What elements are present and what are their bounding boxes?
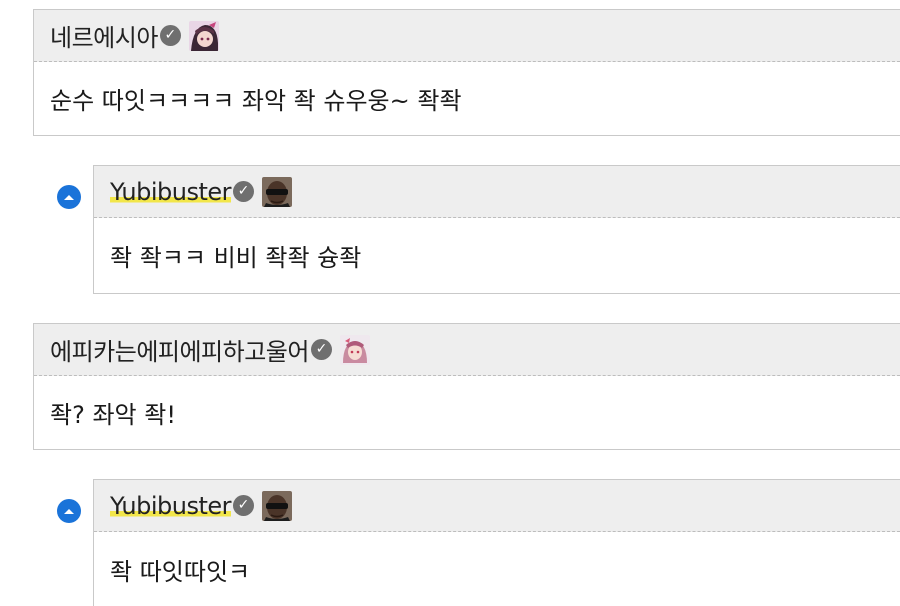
comment-text: 순수 따잇ㅋㅋㅋㅋ 좌악 좍 슈우웅~ 좍좍 bbox=[50, 87, 462, 115]
comment-body: 순수 따잇ㅋㅋㅋㅋ 좌악 좍 슈우웅~ 좍좍 bbox=[34, 62, 900, 135]
comment-body: 좍 좍ㅋㅋ 비비 좍좍 슝좍 bbox=[94, 218, 900, 293]
check-circle-icon: ✓ bbox=[233, 495, 255, 516]
comment-text: 좍? 좌악 좍! bbox=[50, 401, 176, 429]
comment-header: Yubibuster ✓ bbox=[94, 480, 900, 532]
comment-text: 좍 따잇따잇ㅋ bbox=[110, 558, 251, 586]
comment-header: 네르에시아 ✓ bbox=[34, 10, 900, 62]
comment-header: Yubibuster ✓ bbox=[94, 166, 900, 218]
avatar[interactable] bbox=[262, 490, 293, 521]
comment-author[interactable]: Yubibuster bbox=[110, 177, 232, 206]
avatar[interactable] bbox=[262, 176, 293, 207]
comment-author[interactable]: 에피카는에피에피하고울어 bbox=[50, 332, 309, 367]
check-circle-icon: ✓ bbox=[233, 181, 255, 202]
check-circle-icon: ✓ bbox=[310, 339, 332, 360]
comment-body: 좍? 좌악 좍! bbox=[34, 376, 900, 449]
comment-body: 좍 따잇따잇ㅋ bbox=[94, 532, 900, 606]
reply-card: Yubibuster ✓ 좍 좍ㅋㅋ 비비 좍좍 슝좍 bbox=[93, 165, 900, 294]
avatar[interactable] bbox=[188, 20, 219, 51]
comment-header: 에피카는에피에피하고울어 ✓ bbox=[34, 324, 900, 376]
check-circle-icon: ✓ bbox=[159, 25, 181, 46]
comment-thread: 네르에시아 ✓ 순수 따잇ㅋㅋㅋㅋ 좌악 좍 슈우웅~ 좍좍 Yubibuste… bbox=[0, 0, 900, 606]
reply-arrow-icon bbox=[57, 499, 81, 523]
comment-text: 좍 좍ㅋㅋ 비비 좍좍 슝좍 bbox=[110, 244, 362, 272]
comment-card: 에피카는에피에피하고울어 ✓ 좍? 좌악 좍! bbox=[33, 323, 900, 450]
reply-arrow-icon bbox=[57, 185, 81, 209]
comment-author[interactable]: Yubibuster bbox=[110, 491, 232, 520]
comment-author[interactable]: 네르에시아 bbox=[50, 18, 158, 53]
avatar[interactable] bbox=[339, 334, 370, 365]
comment-card: 네르에시아 ✓ 순수 따잇ㅋㅋㅋㅋ 좌악 좍 슈우웅~ 좍좍 bbox=[33, 9, 900, 136]
reply-card: Yubibuster ✓ 좍 따잇따잇ㅋ bbox=[93, 479, 900, 606]
